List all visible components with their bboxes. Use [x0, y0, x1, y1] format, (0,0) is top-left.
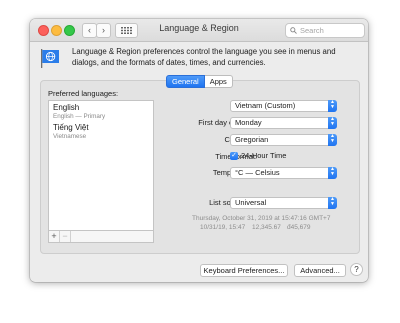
sample-date-short: 10/31/19, 15:47 [200, 224, 246, 231]
language-name: English [53, 103, 80, 112]
up-down-arrows-icon: ▲ ▼ [328, 134, 337, 146]
first-day-value: Monday [235, 118, 262, 127]
language-list[interactable]: English English — Primary Tiếng Việt Vie… [48, 100, 154, 232]
preferred-languages-label: Preferred languages: [48, 89, 119, 98]
up-down-arrows-icon: ▲ ▼ [328, 117, 337, 129]
region-value: Vietnam (Custom) [235, 101, 296, 110]
list-item[interactable]: Tiếng Việt Vietnamese [53, 123, 89, 140]
sort-order-value: Universal [235, 198, 267, 207]
search-placeholder: Search [300, 26, 324, 35]
language-name: Tiếng Việt [53, 123, 89, 132]
language-subtitle: English — Primary [53, 113, 106, 120]
tab-general[interactable]: General [166, 75, 205, 88]
description-text: Language & Region preferences control th… [72, 47, 336, 67]
add-language-button[interactable]: + [49, 231, 60, 242]
search-field[interactable]: Search [285, 23, 365, 38]
help-button[interactable]: ? [350, 263, 363, 276]
up-down-arrows-icon: ▲ ▼ [328, 100, 337, 112]
time-format-checkbox[interactable]: ✓ [230, 152, 238, 160]
preferences-window: ‹ › Language & Region Search Language & … [30, 19, 368, 282]
region-select[interactable]: Vietnam (Custom) ▲ ▼ [230, 100, 337, 112]
tab-bar: General Apps [166, 75, 233, 88]
temperature-value: °C — Celsius [235, 168, 280, 177]
list-item[interactable]: English English — Primary [53, 103, 105, 120]
remove-language-button[interactable]: − [60, 231, 71, 242]
sort-order-select[interactable]: Universal ▲ ▼ [230, 197, 337, 209]
language-subtitle: Vietnamese [53, 133, 87, 140]
keyboard-preferences-button[interactable]: Keyboard Preferences... [200, 264, 288, 277]
calendar-select[interactable]: Gregorian ▲ ▼ [230, 134, 337, 146]
time-format-value[interactable]: 24-Hour Time [241, 151, 286, 160]
first-day-select[interactable]: Monday ▲ ▼ [230, 117, 337, 129]
up-down-arrows-icon: ▲ ▼ [328, 197, 337, 209]
list-toolbar: + − [48, 230, 154, 243]
up-down-arrows-icon: ▲ ▼ [328, 167, 337, 179]
temperature-select[interactable]: °C — Celsius ▲ ▼ [230, 167, 337, 179]
tab-apps[interactable]: Apps [204, 75, 233, 88]
flag-globe-icon [41, 49, 59, 68]
advanced-button[interactable]: Advanced... [294, 264, 346, 277]
calendar-value: Gregorian [235, 135, 269, 144]
checkmark-icon: ✓ [231, 152, 237, 159]
sample-currency: đ45,679 [287, 224, 311, 231]
search-icon [290, 27, 297, 34]
sample-date-long: Thursday, October 31, 2019 at 15:47:16 G… [192, 215, 331, 222]
sample-number: 12,345.67 [252, 224, 281, 231]
title-bar: ‹ › Language & Region Search [30, 19, 368, 42]
